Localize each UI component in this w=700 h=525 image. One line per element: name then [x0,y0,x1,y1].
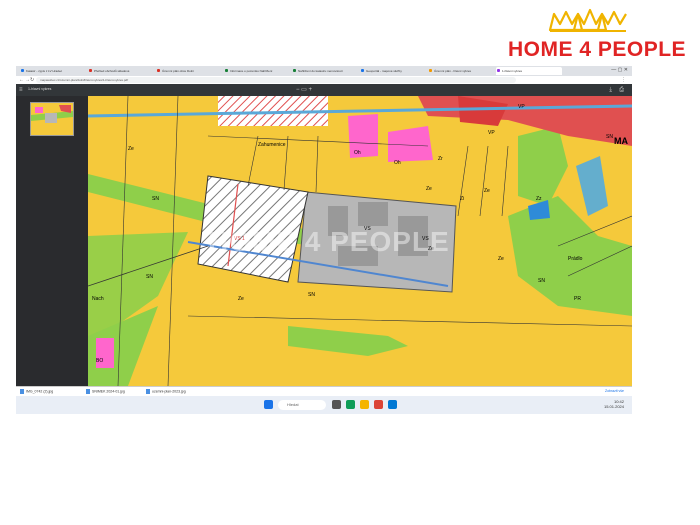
hamburger-icon[interactable]: ≡ [19,86,23,94]
menu-icon[interactable]: ⋮ [621,77,626,83]
browser-tab[interactable]: Informace o pozemku Nahlížení [224,67,290,75]
favicon-icon [293,69,296,72]
logo-text: HOME 4 PEOPLE [508,38,687,61]
download-item[interactable]: IMG_0742 (2).jpg [20,389,53,394]
pdf-thumbnail-panel [16,96,88,386]
map-label: Ze [428,246,434,252]
browser-tab-bar: Katastr - výpis z LV Hradec Přehled obch… [16,66,632,76]
show-all-downloads-link[interactable]: Zobrazit vše [605,389,624,393]
download-item[interactable]: SNIMEK 2024-01.jpg [86,389,125,394]
favicon-icon [89,69,92,72]
page-thumbnail[interactable] [30,102,74,136]
map-label: SN [606,134,613,140]
browser-tab[interactable]: Katastr - výpis z LV Hradec [20,67,86,75]
browser-tab[interactable]: Územní plán obce Dolní [156,67,222,75]
browser-tab[interactable]: Přehled obchodů skladové [88,67,154,75]
browser-tab[interactable]: Územní plán - hlavní výkres [428,67,494,75]
map-label: Oh [354,150,361,156]
map-label: Oh [394,160,401,166]
favicon-icon [429,69,432,72]
file-icon [86,389,90,394]
map-label: Zi [460,196,465,202]
map-label: VS [364,226,371,232]
map-label: VP [488,130,495,136]
windows-taskbar: Hledat 10:42 15.01.2024 [16,396,632,414]
map-label: Ze [426,186,432,192]
map-label: Zz [536,196,542,202]
map-label: Ze [498,256,504,262]
favicon-icon [497,69,500,72]
map-label: VS [422,236,429,242]
zoom-controls[interactable]: − ▭ + [296,86,312,94]
map-label: SN [538,278,545,284]
window-controls[interactable]: — ▢ ✕ [611,67,628,73]
favicon-icon [225,69,228,72]
file-icon [20,389,24,394]
pdf-toolbar: ≡ 1-hlavni vykres − ▭ + ⤓ ⎙ [16,84,632,96]
map-label: BO [96,358,104,364]
address-bar-row: ← → ↻ mapasobec.cz/uzemni-plan/dolni/hla… [16,76,632,84]
desktop-screenshot: Katastr - výpis z LV Hradec Přehled obch… [16,66,632,414]
map-label: Nach [92,296,104,302]
map-label: PR [574,296,581,302]
edge-icon[interactable] [346,400,355,409]
task-view-icon[interactable] [332,400,341,409]
download-item[interactable]: uzemni-plan-2023.jpg [146,389,186,394]
favicon-icon [157,69,160,72]
pdf-filename: 1-hlavni vykres [28,87,52,91]
clock-date: 15.01.2024 [603,404,624,409]
system-clock[interactable]: 10:42 15.01.2024 [604,399,624,409]
url-field[interactable]: mapasobec.cz/uzemni-plan/dolni/hlavni-vy… [36,77,516,83]
zoning-map: Ze Ze Ze Ze Zr Ze Zz VP SN SN SN SN VS V… [88,96,632,386]
favicon-icon [21,69,24,72]
map-label: Ze [128,146,134,152]
folder-icon[interactable] [360,400,369,409]
file-icon [146,389,150,394]
map-label: Zahumenice [258,142,286,148]
zoning-map-drawing [88,96,632,386]
mail-icon[interactable] [388,400,397,409]
map-label: VP [518,104,525,110]
chrome-icon[interactable] [374,400,383,409]
download-icon[interactable]: ⤓ [609,86,612,94]
start-icon[interactable] [264,400,273,409]
home4people-logo: HOME 4 PEOPLE [500,8,690,62]
reload-icon[interactable]: ↻ [30,77,34,83]
map-label: MA [614,136,628,146]
map-label: Zr [438,156,443,162]
map-label: SN [308,292,315,298]
browser-tab[interactable]: Nahlížení do katastru nemovitostí [292,67,358,75]
map-label: Ze [238,296,244,302]
favicon-icon [361,69,364,72]
taskbar-search[interactable]: Hledat [278,400,326,410]
crown-icon [548,8,627,32]
back-icon[interactable]: ← [19,77,24,83]
browser-tab[interactable]: Geoportál - mapové služby [360,67,426,75]
map-label: SN [146,274,153,280]
map-label: Ze [484,188,490,194]
map-label: SN [152,196,159,202]
map-label: VS 1 [234,236,245,242]
browser-tab-active[interactable]: 1-hlavni vykres [496,67,562,75]
map-label: Prádlo [568,256,583,262]
print-icon[interactable]: ⎙ [619,86,624,94]
